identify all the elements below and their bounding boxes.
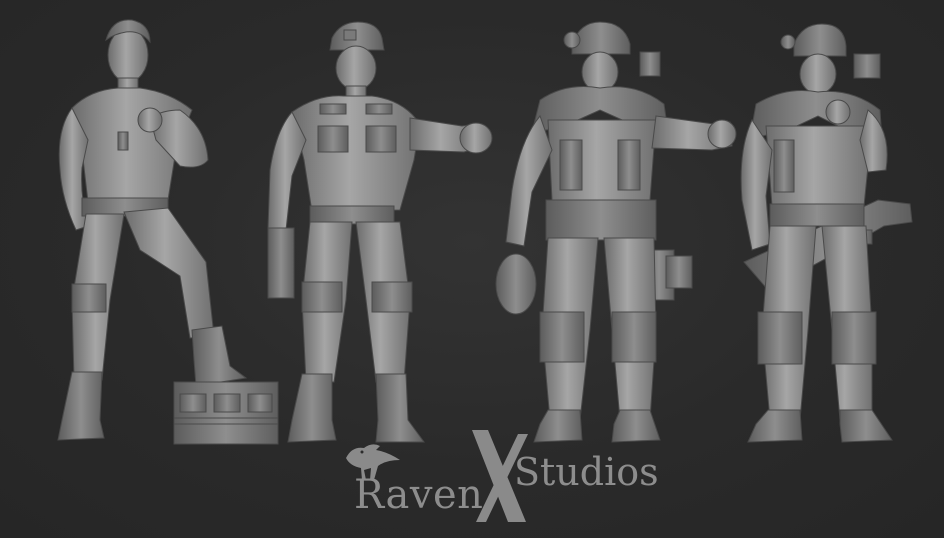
logo-word-studios: Studios [514, 450, 659, 494]
figure-3 [495, 21, 737, 443]
figure-1 [57, 19, 279, 445]
figure-4 [740, 23, 913, 443]
render-stage: Raven Studios [0, 0, 944, 538]
logo-word-raven: Raven [354, 472, 484, 518]
supply-crate [173, 381, 279, 445]
raven-x-studios-logo: Raven Studios [336, 428, 676, 528]
figure-2 [267, 21, 493, 443]
